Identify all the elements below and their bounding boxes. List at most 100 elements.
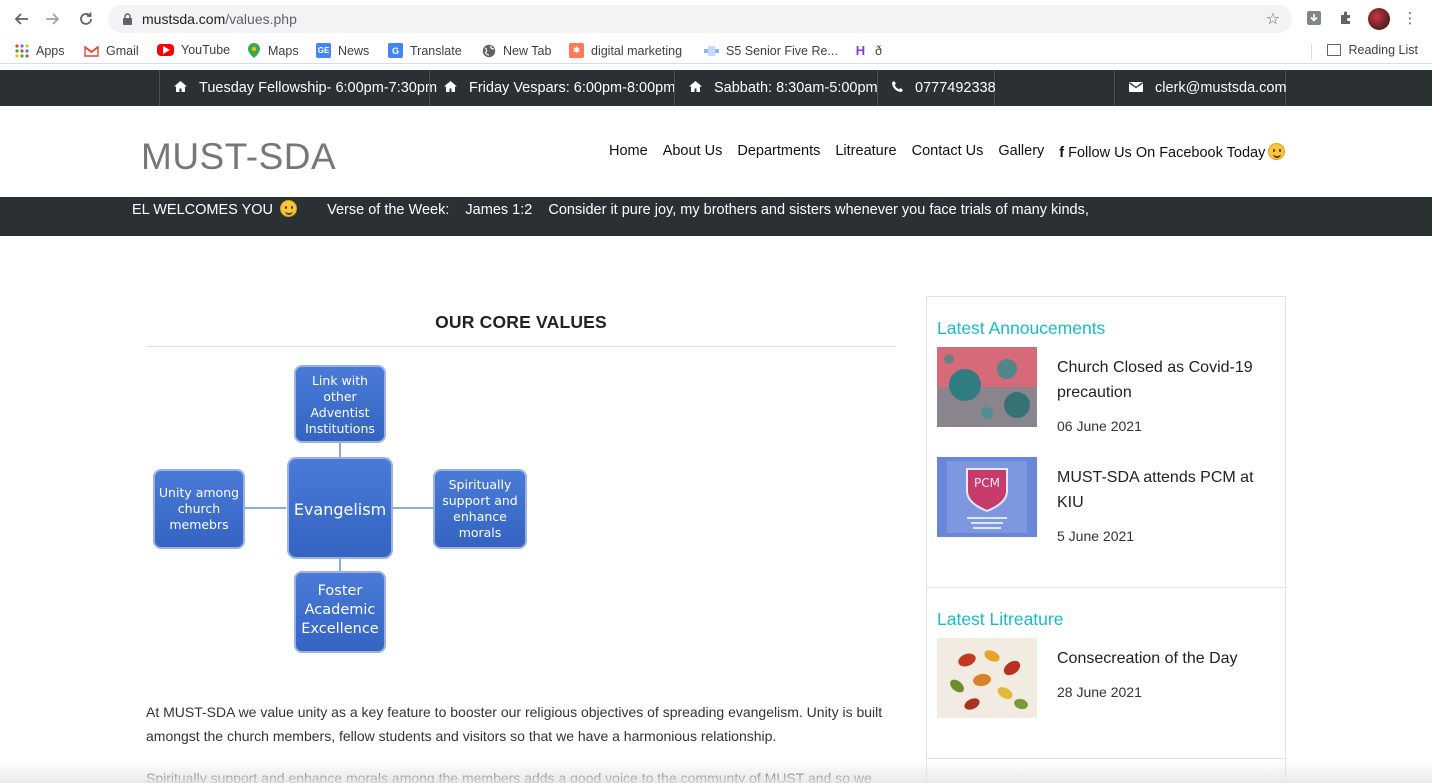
sidebar: Latest Annoucements Church Closed as Cov…	[926, 296, 1286, 783]
lock-icon	[122, 13, 134, 25]
svg-text:Unity among: Unity among	[159, 485, 239, 500]
profile-avatar[interactable]	[1368, 8, 1390, 30]
covid-virus-thumbnail[interactable]	[937, 347, 1037, 427]
menu-contact-us[interactable]: Contact Us	[912, 143, 984, 161]
svg-text:Evangelism: Evangelism	[294, 500, 386, 519]
bookmarks-divider	[1311, 44, 1312, 60]
bookmark-h[interactable]: Hð	[853, 43, 882, 58]
topbar-friday-vespers: Friday Vespars: 6:00pm-8:00pm	[429, 70, 675, 106]
bookmark-gmail[interactable]: Gmail	[84, 43, 139, 58]
bookmark-news[interactable]: GE News	[316, 43, 369, 58]
reload-icon[interactable]	[75, 8, 97, 30]
youtube-icon	[157, 44, 174, 56]
bookmark-star-icon[interactable]: ☆	[1266, 9, 1280, 29]
maps-icon	[246, 43, 261, 58]
bookmark-youtube[interactable]: YouTube	[157, 43, 230, 57]
core-values-diagram: Link with other Adventist Institutions U…	[153, 365, 527, 653]
phone-icon	[892, 81, 903, 95]
extensions-puzzle-icon[interactable]	[1336, 8, 1356, 28]
menu-about-us[interactable]: About Us	[663, 143, 723, 161]
svg-text:Foster: Foster	[318, 583, 363, 599]
pcm-logo-thumbnail[interactable]: PCM	[937, 457, 1037, 537]
announcement-date: 5 June 2021	[1057, 528, 1135, 544]
menu-departments[interactable]: Departments	[737, 143, 820, 161]
svg-text:morals: morals	[459, 525, 502, 540]
svg-text:Institutions: Institutions	[305, 421, 375, 436]
topbar-tuesday-fellowship: Tuesday Fellowship- 6:00pm-7:30pm	[159, 70, 437, 106]
site-header: MUST-SDA Home About Us Departments Litre…	[0, 106, 1432, 197]
value-box-evangelism: Evangelism	[287, 457, 393, 559]
announcement-item[interactable]: PCM MUST-SDA attends PCM at KIU 5 June 2…	[937, 457, 1277, 557]
svg-text:Spiritually: Spiritually	[449, 477, 512, 492]
site-logo[interactable]: MUST-SDA	[141, 136, 336, 178]
sidebar-divider	[927, 587, 1285, 588]
globe-icon	[481, 43, 496, 58]
autumn-leaves-thumbnail[interactable]	[937, 638, 1037, 718]
translate-icon: G	[388, 43, 403, 58]
value-box-unity: Unity among church memebrs	[153, 469, 245, 549]
bookmark-digital-marketing[interactable]: ✱ digital marketing	[569, 43, 682, 58]
gmail-icon	[84, 43, 99, 58]
announcement-date: 06 June 2021	[1057, 418, 1142, 434]
svg-text:memebrs: memebrs	[169, 517, 228, 532]
apps-grid-icon	[14, 43, 29, 58]
value-box-academic-excellence: Foster Academic Excellence	[294, 571, 386, 653]
more-menu-icon[interactable]: ⋮	[1400, 8, 1420, 28]
reading-list-button[interactable]: Reading List	[1326, 43, 1418, 57]
envelope-icon	[1129, 81, 1143, 95]
announcement-title[interactable]: Church Closed as Covid-19 precaution	[1057, 355, 1267, 405]
value-box-link-institutions: Link with other Adventist Institutions	[294, 365, 386, 443]
menu-literature[interactable]: Litreature	[835, 143, 896, 161]
smiley-emoji-icon	[1268, 143, 1286, 160]
svg-text:support and: support and	[442, 493, 517, 508]
page-title: OUR CORE VALUES	[435, 312, 607, 332]
bookmark-new-tab[interactable]: New Tab	[481, 43, 551, 58]
facebook-icon: f	[1059, 145, 1065, 161]
bookmark-maps[interactable]: Maps	[246, 43, 299, 58]
reading-list-icon	[1326, 44, 1341, 56]
topbar-phone[interactable]: 0777492338	[877, 70, 996, 106]
paragraph: Spiritually support and enhance morals a…	[146, 770, 872, 783]
paragraph: At MUST-SDA we value unity as a key feat…	[146, 704, 883, 744]
core-values-text: At MUST-SDA we value unity as a key feat…	[146, 700, 896, 783]
svg-text:Academic: Academic	[305, 602, 376, 618]
svg-text:PCM: PCM	[974, 476, 1000, 490]
smiley-emoji-icon	[280, 200, 298, 217]
svg-text:other: other	[323, 389, 357, 404]
bookmark-icon	[704, 43, 719, 58]
address-bar[interactable]: mustsda.com/values.php ☆	[108, 5, 1292, 33]
sidebar-divider	[927, 758, 1285, 759]
bookmark-apps[interactable]: Apps	[14, 43, 65, 58]
literature-date: 28 June 2021	[1057, 684, 1142, 700]
marquee-text: EL WELCOMES YOU Verse of the Week: James…	[132, 200, 1089, 218]
menu-home[interactable]: Home	[609, 143, 648, 161]
hubspot-icon: ✱	[569, 43, 584, 58]
home-icon	[444, 81, 457, 95]
download-icon[interactable]	[1304, 8, 1324, 28]
topbar-sabbath: Sabbath: 8:30am-5:00pm	[674, 70, 878, 106]
bookmark-s5-senior-five[interactable]: S5 Senior Five Re...	[704, 43, 838, 58]
svg-text:church: church	[178, 501, 220, 516]
menu-gallery[interactable]: Gallery	[998, 143, 1044, 161]
url-text: mustsda.com/values.php	[142, 11, 297, 27]
literature-title[interactable]: Consecreation of the Day	[1057, 646, 1267, 671]
announcement-title[interactable]: MUST-SDA attends PCM at KIU	[1057, 465, 1267, 515]
announcements-heading: Latest Annoucements	[937, 318, 1106, 338]
menu-facebook[interactable]: f Follow Us On Facebook Today	[1059, 143, 1286, 161]
svg-text:enhance: enhance	[453, 509, 507, 524]
svg-text:Excellence: Excellence	[301, 621, 379, 637]
info-topbar: Tuesday Fellowship- 6:00pm-7:30pm Friday…	[0, 70, 1432, 106]
bookmark-translate[interactable]: G Translate	[388, 43, 462, 58]
literature-heading: Latest Litreature	[937, 609, 1064, 629]
h-logo-icon: H	[855, 43, 866, 58]
literature-item[interactable]: Consecreation of the Day 28 June 2021	[937, 638, 1277, 738]
topbar-email[interactable]: clerk@mustsda.com	[1114, 70, 1287, 106]
back-arrow-icon[interactable]	[10, 8, 32, 30]
forward-arrow-icon[interactable]	[42, 8, 64, 30]
announcement-marquee: EL WELCOMES YOU Verse of the Week: James…	[0, 197, 1432, 236]
announcement-item[interactable]: Church Closed as Covid-19 precaution 06 …	[937, 347, 1277, 447]
bookmarks-bar: Apps Gmail YouTube Maps GE News G Translat…	[0, 38, 1432, 64]
main-menu: Home About Us Departments Litreature Con…	[609, 143, 1286, 161]
browser-toolbar: mustsda.com/values.php ☆ ⋮	[0, 0, 1432, 38]
svg-text:Adventist: Adventist	[310, 405, 369, 420]
